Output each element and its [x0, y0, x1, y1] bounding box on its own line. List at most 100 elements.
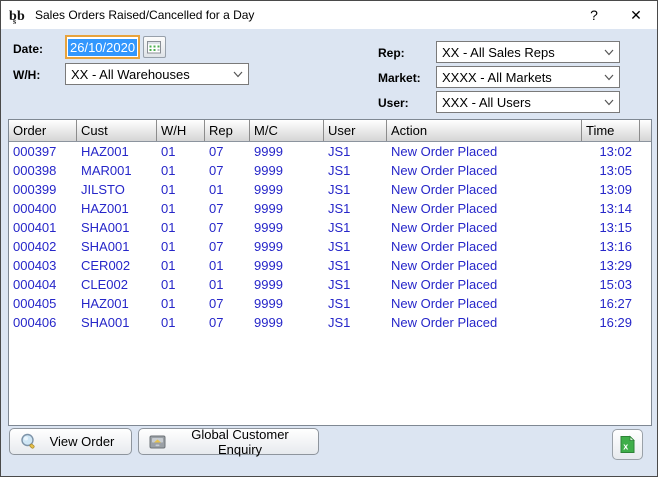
table-cell: JS1: [324, 237, 387, 256]
title-bar: b b s Sales Orders Raised/Cancelled for …: [1, 1, 657, 29]
excel-export-icon: x: [618, 435, 637, 454]
table-row[interactable]: 000403CER00201019999JS1New Order Placed1…: [9, 256, 651, 275]
help-button[interactable]: ?: [573, 1, 615, 29]
table-cell-filler: [640, 199, 651, 218]
table-row[interactable]: 000400HAZ00101079999JS1New Order Placed1…: [9, 199, 651, 218]
table-cell: HAZ001: [77, 199, 157, 218]
table-cell: 07: [205, 237, 250, 256]
table-row[interactable]: 000398MAR00101079999JS1New Order Placed1…: [9, 161, 651, 180]
warehouse-label: W/H:: [13, 68, 40, 82]
column-header-time: Time: [582, 120, 640, 141]
table-row[interactable]: 000402SHA00101079999JS1New Order Placed1…: [9, 237, 651, 256]
svg-text:b: b: [17, 9, 25, 24]
table-cell: 13:15: [582, 218, 640, 237]
table-cell: 01: [157, 218, 205, 237]
export-excel-button[interactable]: x: [612, 429, 643, 460]
table-cell: 01: [157, 294, 205, 313]
table-cell: 07: [205, 313, 250, 332]
column-header-cust: Cust: [77, 120, 157, 141]
user-select[interactable]: XXX - All Users: [436, 91, 620, 113]
table-cell: CLE002: [77, 275, 157, 294]
date-picker-button[interactable]: [143, 36, 166, 58]
market-label: Market:: [378, 71, 421, 85]
table-body: 000397HAZ00101079999JS1New Order Placed1…: [9, 142, 651, 332]
table-cell: MAR001: [77, 161, 157, 180]
table-cell: New Order Placed: [387, 237, 582, 256]
table-cell: 13:05: [582, 161, 640, 180]
table-cell: New Order Placed: [387, 294, 582, 313]
user-label: User:: [378, 96, 409, 110]
table-header-row: OrderCustW/HRepM/CUserActionTime: [9, 120, 651, 142]
table-cell-filler: [640, 294, 651, 313]
column-header-filler: [640, 120, 651, 141]
table-cell-filler: [640, 218, 651, 237]
table-cell: JS1: [324, 199, 387, 218]
table-cell: 9999: [250, 199, 324, 218]
view-order-label: View Order: [37, 434, 131, 449]
user-value: XXX - All Users: [442, 95, 531, 110]
table-row[interactable]: 000406SHA00101079999JS1New Order Placed1…: [9, 313, 651, 332]
table-cell: CER002: [77, 256, 157, 275]
column-header-m-c: M/C: [250, 120, 324, 141]
table-row[interactable]: 000404CLE00201019999JS1New Order Placed1…: [9, 275, 651, 294]
table-cell: 01: [157, 142, 205, 161]
column-header-w-h: W/H: [157, 120, 205, 141]
table-cell: 13:02: [582, 142, 640, 161]
sales-orders-dialog: b b s Sales Orders Raised/Cancelled for …: [0, 0, 658, 477]
calendar-icon: [147, 40, 162, 54]
card-file-icon: [149, 434, 166, 450]
table-cell: 9999: [250, 237, 324, 256]
table-cell-filler: [640, 313, 651, 332]
table-cell: 000399: [9, 180, 77, 199]
table-cell: 9999: [250, 142, 324, 161]
table-row[interactable]: 000401SHA00101079999JS1New Order Placed1…: [9, 218, 651, 237]
column-header-rep: Rep: [205, 120, 250, 141]
table-cell: 13:16: [582, 237, 640, 256]
table-cell: 000401: [9, 218, 77, 237]
table-row[interactable]: 000397HAZ00101079999JS1New Order Placed1…: [9, 142, 651, 161]
table-cell: 9999: [250, 294, 324, 313]
chevron-down-icon: [604, 99, 614, 106]
table-cell: 13:29: [582, 256, 640, 275]
market-value: XXXX - All Markets: [442, 70, 552, 85]
table-cell: JILSTO: [77, 180, 157, 199]
market-select[interactable]: XXXX - All Markets: [436, 66, 620, 88]
table-cell: JS1: [324, 142, 387, 161]
table-cell: 9999: [250, 256, 324, 275]
table-cell: HAZ001: [77, 142, 157, 161]
table-cell: 000398: [9, 161, 77, 180]
table-cell: New Order Placed: [387, 256, 582, 275]
global-customer-enquiry-button[interactable]: Global Customer Enquiry: [138, 428, 319, 455]
svg-text:x: x: [623, 442, 628, 452]
orders-table: OrderCustW/HRepM/CUserActionTime 000397H…: [8, 119, 652, 426]
date-label: Date:: [13, 42, 43, 56]
rep-select[interactable]: XX - All Sales Reps: [436, 41, 620, 63]
svg-text:s: s: [13, 17, 16, 25]
table-cell: 07: [205, 142, 250, 161]
table-cell: JS1: [324, 294, 387, 313]
table-cell-filler: [640, 142, 651, 161]
magnifier-icon: [20, 433, 37, 450]
date-value: 26/10/2020: [68, 39, 137, 56]
table-row[interactable]: 000405HAZ00101079999JS1New Order Placed1…: [9, 294, 651, 313]
table-cell: 07: [205, 218, 250, 237]
rep-value: XX - All Sales Reps: [442, 45, 555, 60]
date-input[interactable]: 26/10/2020: [65, 35, 140, 59]
table-cell: SHA001: [77, 237, 157, 256]
table-cell: JS1: [324, 218, 387, 237]
table-cell: 000404: [9, 275, 77, 294]
view-order-button[interactable]: View Order: [9, 428, 132, 455]
app-icon: b b s: [8, 5, 28, 25]
table-cell: New Order Placed: [387, 218, 582, 237]
table-cell: JS1: [324, 180, 387, 199]
close-button[interactable]: ✕: [615, 1, 657, 29]
table-cell: 01: [205, 275, 250, 294]
table-cell: 9999: [250, 218, 324, 237]
table-cell: JS1: [324, 275, 387, 294]
table-cell: 13:09: [582, 180, 640, 199]
rep-label: Rep:: [378, 46, 405, 60]
table-cell: New Order Placed: [387, 313, 582, 332]
table-row[interactable]: 000399JILSTO01019999JS1New Order Placed1…: [9, 180, 651, 199]
warehouse-select[interactable]: XX - All Warehouses: [65, 63, 249, 85]
column-header-user: User: [324, 120, 387, 141]
